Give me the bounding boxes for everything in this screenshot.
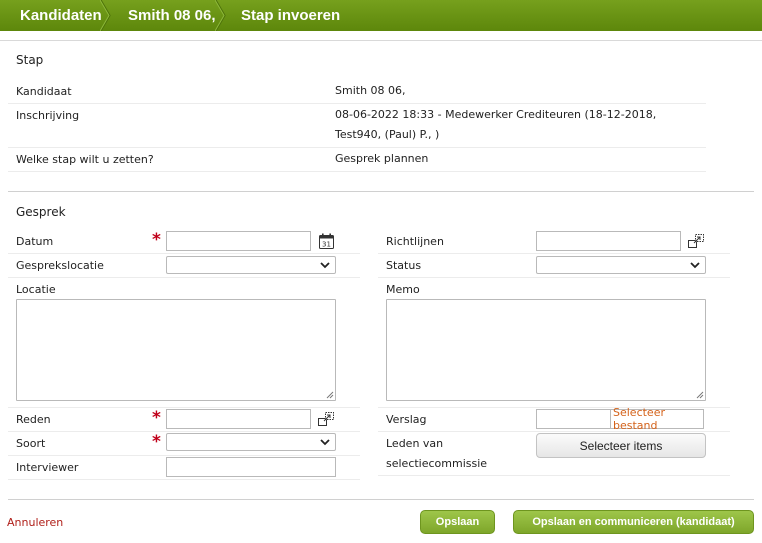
cancel-link[interactable]: Annuleren <box>7 516 63 529</box>
breadcrumb-item-candidate[interactable]: Smith 08 06, <box>111 0 226 31</box>
section-divider <box>8 191 754 192</box>
svg-text:31: 31 <box>322 241 331 249</box>
chevron-down-icon <box>690 262 700 269</box>
status-select[interactable] <box>536 256 706 274</box>
richtlijnen-label: Richtlijnen <box>386 235 444 248</box>
kandidaat-label: Kandidaat <box>16 85 72 98</box>
section-title-gesprek: Gesprek <box>16 205 66 219</box>
stap-keuze-value: Gesprek plannen <box>335 152 429 165</box>
row-divider <box>8 431 360 432</box>
richtlijnen-input[interactable] <box>536 231 681 251</box>
row-divider <box>8 455 360 456</box>
footer-divider <box>8 499 754 500</box>
required-marker: * <box>152 408 161 428</box>
section-title-stap: Stap <box>16 53 44 67</box>
row-divider <box>8 407 360 408</box>
row-divider <box>378 475 730 476</box>
lookup-icon[interactable] <box>688 234 704 248</box>
lookup-icon[interactable] <box>318 412 334 426</box>
gesprekslocatie-select[interactable] <box>166 256 336 274</box>
row-divider <box>8 479 360 480</box>
required-marker: * <box>152 432 161 452</box>
save-button[interactable]: Opslaan <box>420 510 495 534</box>
select-file-button[interactable]: Selecteer bestand <box>610 406 704 432</box>
row-divider <box>8 253 360 254</box>
breadcrumb-item-current: Stap invoeren <box>226 0 340 31</box>
interviewer-label: Interviewer <box>16 461 79 474</box>
breadcrumb-label: Kandidaten <box>20 7 102 24</box>
inschrijving-value-line2: Test940, (Paul) P., ) <box>335 128 440 141</box>
reden-label: Reden <box>16 413 51 426</box>
reden-input[interactable] <box>166 409 311 429</box>
calendar-icon[interactable]: 31 <box>319 233 334 249</box>
row-divider <box>378 253 730 254</box>
required-marker: * <box>152 230 161 250</box>
row-divider <box>378 277 730 278</box>
leden-label-line1: Leden van <box>386 437 444 450</box>
inschrijving-value-line1: 08-06-2022 18:33 - Medewerker Crediteure… <box>335 108 657 121</box>
verslag-file-field[interactable] <box>536 409 611 429</box>
row-divider <box>8 147 706 148</box>
breadcrumb-item-kandidaten[interactable]: Kandidaten <box>0 0 111 31</box>
memo-textarea[interactable] <box>386 299 706 401</box>
breadcrumb-separator-icon <box>100 0 111 31</box>
select-items-button[interactable]: Selecteer items <box>536 433 706 458</box>
breadcrumb-label: Smith 08 06, <box>128 7 216 24</box>
datum-label: Datum <box>16 235 54 248</box>
breadcrumb-label: Stap invoeren <box>241 7 341 24</box>
leden-label-line2: selectiecommissie <box>386 457 488 470</box>
locatie-textarea[interactable] <box>16 299 336 401</box>
header-divider <box>0 40 762 41</box>
soort-label: Soort <box>16 437 46 450</box>
inschrijving-label: Inschrijving <box>16 109 80 122</box>
datum-input[interactable] <box>166 231 311 251</box>
stap-keuze-label: Welke stap wilt u zetten? <box>16 153 154 166</box>
chevron-down-icon <box>320 262 330 269</box>
row-divider <box>8 103 706 104</box>
breadcrumb-separator-icon <box>215 0 226 31</box>
row-divider <box>8 171 706 172</box>
breadcrumb: Kandidaten Smith 08 06, Stap invoeren <box>0 0 762 31</box>
row-divider <box>378 431 730 432</box>
gesprekslocatie-label: Gesprekslocatie <box>16 259 104 272</box>
locatie-label: Locatie <box>16 283 56 296</box>
status-label: Status <box>386 259 422 272</box>
interviewer-input[interactable] <box>166 457 336 477</box>
soort-select[interactable] <box>166 433 336 451</box>
verslag-label: Verslag <box>386 413 427 426</box>
row-divider <box>8 277 360 278</box>
save-and-communicate-button[interactable]: Opslaan en communiceren (kandidaat) <box>513 510 754 534</box>
resize-grip-icon[interactable] <box>326 391 334 399</box>
resize-grip-icon[interactable] <box>696 391 704 399</box>
chevron-down-icon <box>320 439 330 446</box>
kandidaat-value: Smith 08 06, <box>335 84 406 97</box>
memo-label: Memo <box>386 283 420 296</box>
